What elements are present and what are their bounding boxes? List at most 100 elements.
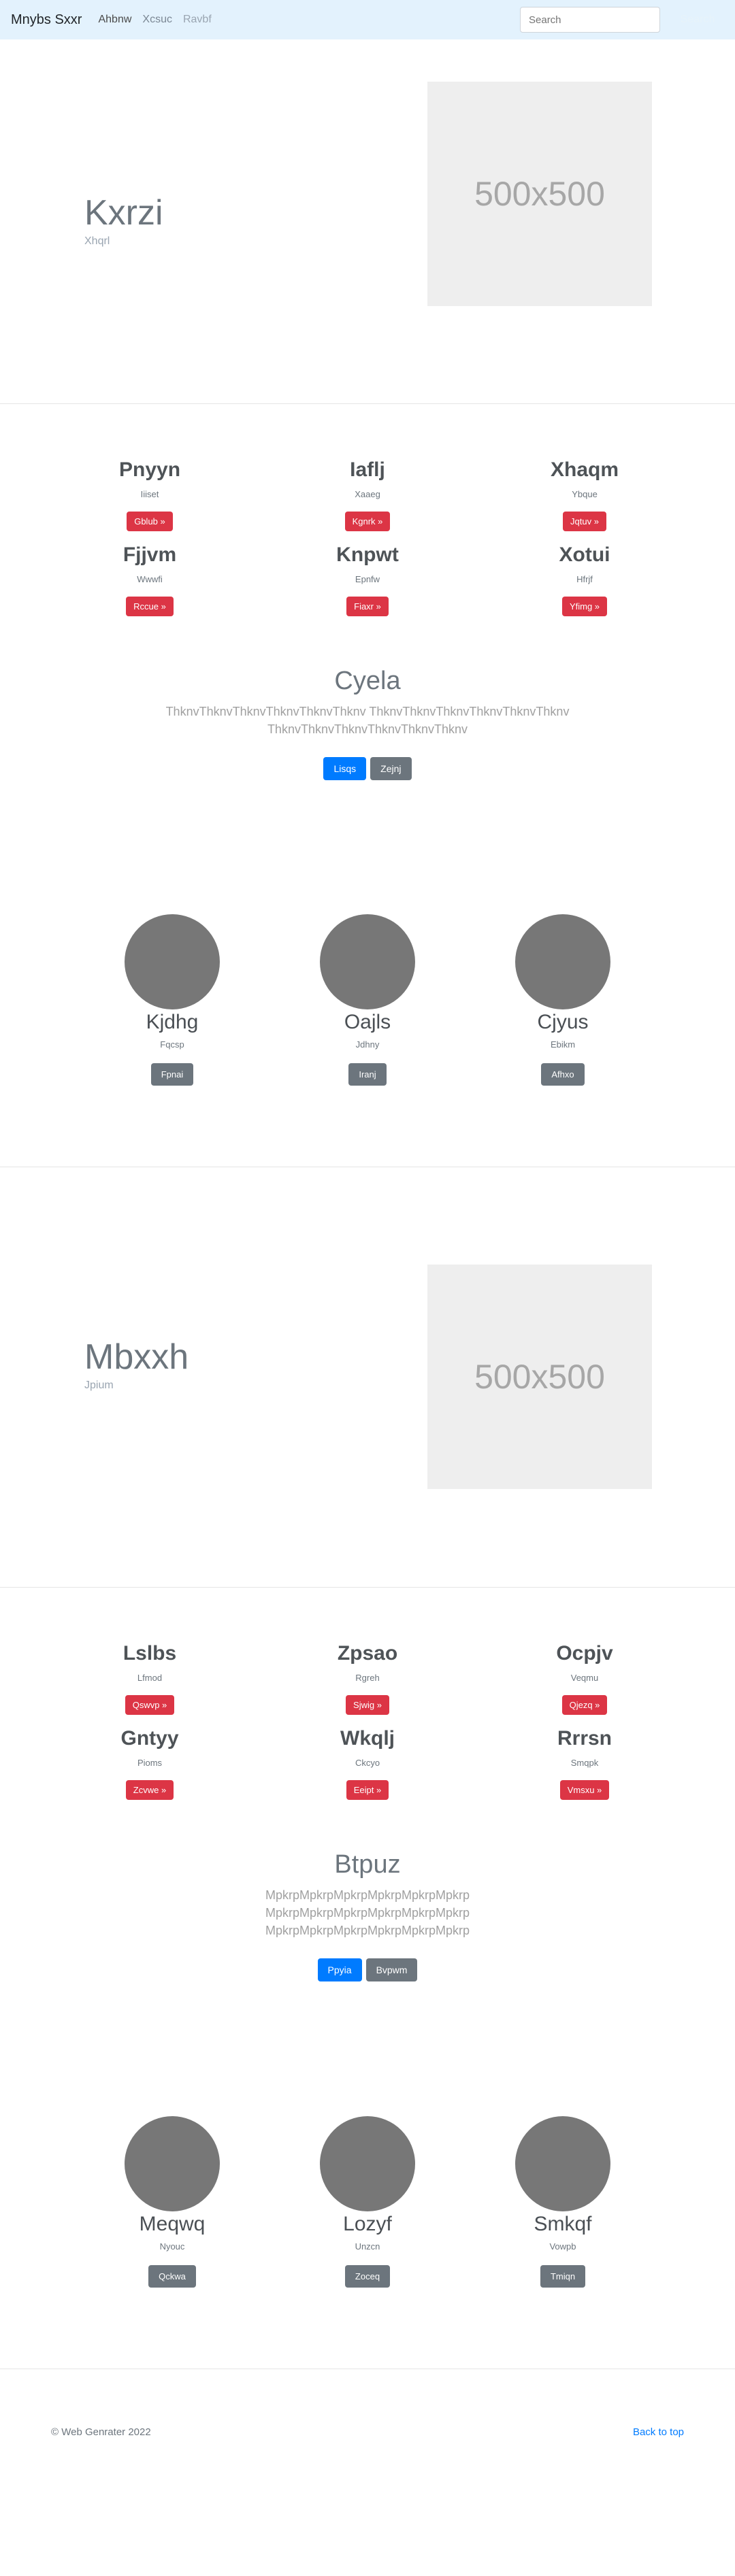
hero-subtitle: Jpium: [84, 1379, 114, 1392]
cta-secondary-button[interactable]: Zejnj: [370, 757, 412, 781]
cta-line: ThknvThknvThknvThknvThknvThknv ThknvThkn…: [165, 705, 570, 718]
feature-button[interactable]: Fiaxr »: [346, 596, 389, 616]
cta-primary-button[interactable]: Ppyia: [317, 1958, 362, 1982]
person-subtitle: Nyouc: [159, 2241, 185, 2252]
feature-button[interactable]: Eeipt »: [346, 1779, 389, 1800]
navbar: Mnybs Sxxr Ahbnw Xcsuc Ravbf Search: [0, 0, 735, 39]
person-button[interactable]: Qckwa: [148, 2265, 196, 2288]
feature-subtitle: Lfmod: [137, 1672, 163, 1683]
person-name: Oajls: [344, 1011, 391, 1033]
feature-button[interactable]: Yfimg »: [561, 596, 608, 616]
cta-buttons: Ppyia Bvpwm: [0, 1958, 735, 1982]
people-section-1: Kjdhg Fqcsp Fpnai Oajls Jdhny Iranj Cjyu…: [0, 857, 735, 1167]
feature-card: Ocpjv Veqmu Qjezq »: [530, 1642, 639, 1715]
feature-title: Fjjvm: [122, 543, 177, 566]
person-subtitle: Ebikm: [550, 1039, 576, 1050]
hero-section-1: Kxrzi Xhqrl 500x500: [0, 39, 735, 403]
cta-secondary-button[interactable]: Bvpwm: [365, 1958, 418, 1982]
feature-card: Pnyyn Iiiset Gblub »: [95, 458, 204, 531]
feature-card: Gntyy Pioms Zcvwe »: [95, 1727, 204, 1800]
feature-card: Fjjvm Wwwfi Rccue »: [95, 543, 204, 616]
person-subtitle: Fqcsp: [160, 1039, 184, 1050]
feature-button[interactable]: Vmsxu »: [559, 1779, 610, 1800]
people-section-2: Meqwq Nyouc Qckwa Lozyf Unzcn Zoceq Smkq…: [0, 2059, 735, 2369]
feature-subtitle: Rgreh: [355, 1672, 380, 1683]
feature-button[interactable]: Kgnrk »: [344, 511, 391, 531]
hero-section-2: Mbxxh Jpium 500x500: [0, 1167, 735, 1587]
person-subtitle: Jdhny: [355, 1039, 380, 1050]
person-card: Lozyf Unzcn Zoceq: [306, 2116, 429, 2288]
feature-button[interactable]: Qswvp »: [125, 1694, 175, 1715]
person-button[interactable]: Fpnai: [150, 1063, 194, 1086]
feature-title: Knpwt: [336, 543, 399, 566]
hero-text: Mbxxh Jpium: [84, 1336, 189, 1392]
feature-subtitle: Pioms: [137, 1757, 163, 1768]
cta-title: Btpuz: [334, 1850, 401, 1879]
person-name: Smkqf: [534, 2213, 592, 2235]
hero-subtitle: Xhqrl: [84, 235, 110, 248]
avatar: [320, 2116, 415, 2211]
person-button[interactable]: Iranj: [348, 1063, 387, 1086]
avatar: [125, 2116, 220, 2211]
feature-button[interactable]: Gblub »: [127, 511, 173, 531]
feature-button[interactable]: Rccue »: [126, 596, 174, 616]
person-button[interactable]: Zoceq: [344, 2265, 391, 2288]
person-button[interactable]: Afhxo: [541, 1063, 585, 1086]
feature-card: Iaflj Xaaeg Kgnrk »: [313, 458, 422, 531]
person-name: Meqwq: [139, 2213, 206, 2235]
person-card: Kjdhg Fqcsp Fpnai: [111, 914, 233, 1086]
nav-link-3[interactable]: Ravbf: [183, 14, 212, 26]
feature-title: Rrrsn: [557, 1727, 612, 1750]
feature-subtitle: Smqpk: [570, 1757, 599, 1768]
feature-card: Lslbs Lfmod Qswvp »: [95, 1642, 204, 1715]
cta-line: MpkrpMpkrpMpkrpMpkrpMpkrpMpkrp: [265, 1888, 470, 1902]
feature-button[interactable]: Qjezq »: [561, 1694, 608, 1715]
feature-title: Zpsao: [337, 1642, 398, 1665]
feature-subtitle: Hfrjf: [576, 573, 593, 584]
search-button[interactable]: Search: [671, 7, 724, 33]
avatar: [515, 2116, 610, 2211]
cta-buttons: Lisqs Zejnj: [0, 757, 735, 781]
search-input[interactable]: [520, 7, 660, 33]
feature-title: Lslbs: [122, 1642, 177, 1665]
feature-card: Xhaqm Ybque Jqtuv »: [530, 458, 639, 531]
feature-grid-1: Pnyyn Iiiset Gblub » Iaflj Xaaeg Kgnrk »…: [0, 404, 735, 667]
cta-section-1: Cyela ThknvThknvThknvThknvThknvThknv Thk…: [0, 667, 735, 857]
footer: © Web Genrater 2022 Back to top: [0, 2369, 735, 2438]
person-subtitle: Unzcn: [355, 2241, 380, 2252]
feature-button[interactable]: Sjwig »: [346, 1694, 389, 1715]
feature-button[interactable]: Jqtuv »: [563, 511, 606, 531]
feature-subtitle: Epnfw: [355, 573, 380, 584]
feature-card: Knpwt Epnfw Fiaxr »: [313, 543, 422, 616]
feature-button[interactable]: Zcvwe »: [125, 1779, 174, 1800]
feature-subtitle: Veqmu: [570, 1672, 599, 1683]
cta-line: MpkrpMpkrpMpkrpMpkrpMpkrpMpkrp: [265, 1906, 470, 1920]
navbar-brand[interactable]: Mnybs Sxxr: [11, 12, 82, 28]
feature-card: Zpsao Rgreh Sjwig »: [313, 1642, 422, 1715]
avatar: [125, 914, 220, 1009]
cta-line: ThknvThknvThknvThknvThknvThknv: [267, 722, 468, 737]
feature-title: Xotui: [559, 543, 610, 566]
hero-image-placeholder: 500x500: [427, 1265, 652, 1489]
hero-title: Mbxxh: [84, 1337, 189, 1377]
back-to-top-link[interactable]: Back to top: [633, 2426, 684, 2438]
feature-subtitle: Ckcyo: [355, 1757, 380, 1768]
feature-card: Xotui Hfrjf Yfimg »: [530, 543, 639, 616]
person-name: Lozyf: [343, 2213, 392, 2235]
placeholder-label: 500x500: [474, 1358, 605, 1396]
avatar: [515, 914, 610, 1009]
hero-text: Kxrzi Xhqrl: [84, 192, 163, 248]
feature-subtitle: Wwwfi: [137, 573, 163, 584]
cta-title: Cyela: [334, 667, 401, 695]
nav-link-2[interactable]: Xcsuc: [142, 14, 172, 26]
feature-card: Wkqlj Ckcyo Eeipt »: [313, 1727, 422, 1800]
hero-title: Kxrzi: [84, 193, 163, 233]
person-button[interactable]: Tmiqn: [540, 2265, 586, 2288]
nav-link-1[interactable]: Ahbnw: [98, 14, 131, 26]
cta-line: MpkrpMpkrpMpkrpMpkrpMpkrpMpkrp: [265, 1924, 470, 1938]
feature-title: Xhaqm: [550, 458, 619, 481]
cta-primary-button[interactable]: Lisqs: [323, 757, 367, 781]
person-subtitle: Vowpb: [549, 2241, 576, 2252]
feature-subtitle: Ybque: [572, 488, 598, 499]
feature-title: Wkqlj: [340, 1727, 395, 1750]
